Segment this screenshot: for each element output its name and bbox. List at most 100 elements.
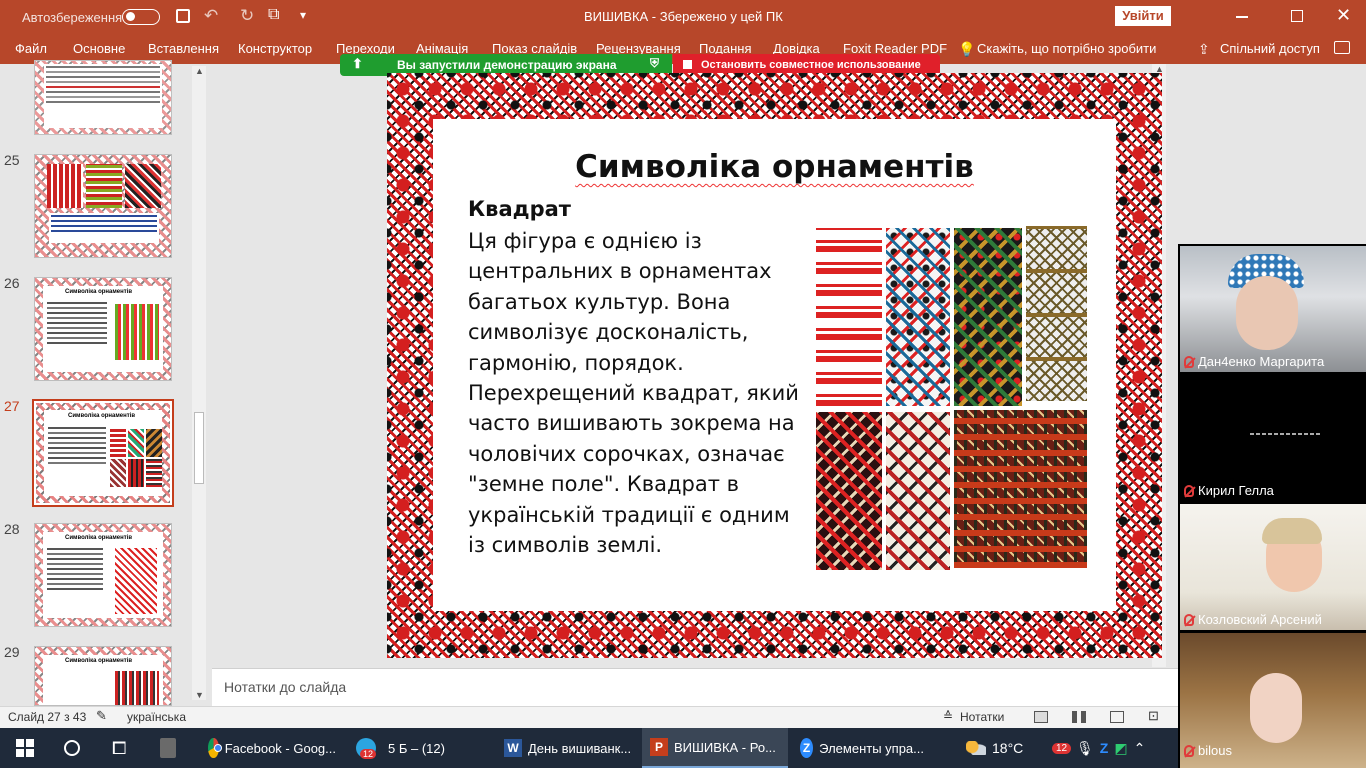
participant-name: Кирил Гелла [1198, 483, 1274, 498]
notes-toggle-button[interactable]: Нотатки [960, 710, 1004, 724]
slide-thumbnail-27-selected[interactable]: Символіка орнаментів [32, 399, 174, 507]
autosave-label: Автозбереження [22, 10, 123, 25]
chrome-icon [208, 738, 222, 758]
notes-icon[interactable]: ≙ [943, 709, 953, 723]
minimize-icon[interactable] [1236, 16, 1248, 18]
search-button[interactable] [56, 728, 88, 768]
mic-muted-icon [1184, 613, 1194, 626]
status-bar: Слайд 27 з 43 ✎ українська ≙ Нотатки ⊡ [0, 706, 1366, 728]
notes-placeholder: Нотатки до слайда [224, 679, 347, 695]
task-view-icon: ⧠ [112, 737, 127, 758]
reading-view-icon[interactable] [1110, 711, 1124, 723]
taskbar-zoom[interactable]: Z Элементы упра... [792, 728, 932, 768]
thumbnails-scrollbar[interactable]: ▲ ▼ [192, 66, 206, 700]
mic-muted-icon [1184, 744, 1194, 757]
telegram-icon: 12 [356, 738, 377, 759]
spellcheck-icon[interactable]: ✎ [96, 708, 107, 724]
tab-file[interactable]: Файл [15, 41, 47, 56]
task-view-button[interactable]: ⧠ [104, 728, 134, 768]
participant-tile[interactable]: Козловский Арсений [1180, 504, 1366, 630]
scroll-up-icon[interactable]: ▲ [195, 66, 204, 76]
powerpoint-icon: P [650, 738, 668, 756]
redo-icon[interactable]: ↻ [240, 6, 254, 26]
tab-design[interactable]: Конструктор [238, 41, 312, 56]
search-icon [64, 740, 80, 756]
participant-name: Козловский Арсений [1198, 612, 1322, 627]
normal-view-icon[interactable] [1034, 711, 1048, 723]
weather-widget[interactable]: 18°C [958, 728, 1031, 768]
slide-title: Символіка орнаментів [575, 149, 974, 185]
slide-sorter-icon[interactable] [1072, 711, 1086, 723]
mic-muted-icon [1184, 484, 1194, 497]
current-slide[interactable]: Символіка орнаментів Квадрат Ця фігура є… [387, 73, 1162, 658]
thumbnail-number: 27 [4, 398, 20, 414]
start-button[interactable] [8, 728, 42, 768]
lightbulb-icon: 💡 [958, 41, 976, 57]
stop-share-label: Остановить совместное использование [701, 59, 921, 71]
maximize-icon[interactable] [1291, 10, 1303, 22]
undo-icon[interactable]: ↶ [204, 6, 218, 26]
slide-thumbnail-25[interactable] [34, 154, 172, 258]
slide-heading: Квадрат [468, 197, 571, 221]
mic-muted-icon [1184, 355, 1194, 368]
start-slideshow-icon[interactable]: ⧉ [268, 6, 279, 24]
taskbar-chrome[interactable]: Facebook - Goog... [200, 728, 344, 768]
participant-name: Дан4енко Маргарита [1198, 354, 1325, 369]
tray-app-icon[interactable]: ◩ [1114, 740, 1127, 757]
participant-tile[interactable]: Кирил Гелла [1180, 375, 1366, 501]
microphone-icon[interactable]: 🎙 [1076, 740, 1094, 757]
thumbnail-title: Символіка орнаментів [65, 289, 133, 295]
tab-insert[interactable]: Вставлення [148, 41, 219, 56]
tab-home[interactable]: Основне [73, 41, 125, 56]
zoom-tray-icon[interactable]: Z [1100, 740, 1109, 756]
embroidery-image-4 [1026, 226, 1087, 401]
tray-overflow-icon[interactable]: ⌃ [1134, 740, 1146, 757]
calculator-button[interactable] [152, 728, 184, 768]
zoom-icon: Z [800, 738, 814, 758]
taskbar-word[interactable]: W День вишиванк... [496, 728, 640, 768]
share-icon: ⇪ [1198, 41, 1210, 57]
participant-face [1236, 276, 1298, 350]
embroidery-collage [816, 226, 1087, 571]
slide-thumbnail-24[interactable] [34, 60, 172, 135]
calculator-icon [160, 738, 176, 758]
share-arrow-icon: ⬆ [352, 56, 363, 71]
slideshow-view-icon[interactable]: ⊡ [1148, 708, 1159, 724]
tray-icons[interactable]: 🎙 Z ◩ ⌃ [1068, 728, 1153, 768]
word-icon: W [504, 739, 522, 757]
embroidery-image-7 [954, 410, 1087, 568]
embroidery-image-2 [886, 228, 950, 406]
share-button[interactable]: Спільний доступ [1220, 41, 1320, 56]
save-icon[interactable] [176, 9, 190, 23]
slide-thumbnail-28[interactable]: Символіка орнаментів [34, 523, 172, 627]
slide-thumbnail-29[interactable]: Символіка орнаментів [34, 646, 172, 706]
embroidery-image-1 [816, 228, 882, 406]
participant-tile[interactable]: Дан4енко Маргарита [1180, 246, 1366, 372]
taskbar-item-label: 5 Б – (12) [388, 740, 445, 756]
windows-taskbar: ⧠ Facebook - Goog... 12 5 Б – (12) W Ден… [0, 728, 1366, 768]
autosave-toggle[interactable] [122, 9, 160, 25]
slide-counter: Слайд 27 з 43 [8, 710, 87, 724]
slide-thumbnails-pane: 25 26 Символіка орнаментів 27 Символіка … [0, 60, 210, 706]
taskbar-powerpoint-active[interactable]: P ВИШИВКА - Ро... [642, 728, 788, 768]
participant-face [1250, 673, 1302, 743]
comments-icon[interactable] [1334, 41, 1350, 54]
thumbnail-number: 26 [4, 275, 20, 291]
notes-pane[interactable]: Нотатки до слайда [212, 668, 1178, 706]
thumbnail-number: 29 [4, 644, 20, 660]
shield-icon: ⛨ [650, 56, 660, 70]
customize-toolbar-icon[interactable]: ▾ [300, 8, 306, 22]
title-bar: Автозбереження ↶ ↻ ⧉ ▾ ВИШИВКА - Збереже… [0, 0, 1366, 34]
close-icon[interactable]: ✕ [1336, 5, 1351, 26]
scroll-down-icon[interactable]: ▼ [195, 690, 204, 700]
embroidery-image-6 [886, 412, 950, 570]
signin-button[interactable]: Увійти [1115, 6, 1171, 26]
language-indicator[interactable]: українська [127, 710, 186, 724]
tell-me-search[interactable]: Скажіть, що потрібно зробити [977, 41, 1156, 56]
participant-tile[interactable]: bilous [1180, 633, 1366, 768]
thumbnail-number: 28 [4, 521, 20, 537]
taskbar-telegram[interactable]: 12 5 Б – (12) [348, 728, 494, 768]
share-status-label: Вы запустили демонстрацию экрана [397, 58, 617, 72]
slide-thumbnail-26[interactable]: Символіка орнаментів [34, 277, 172, 381]
scrollbar-thumb[interactable] [194, 412, 204, 484]
